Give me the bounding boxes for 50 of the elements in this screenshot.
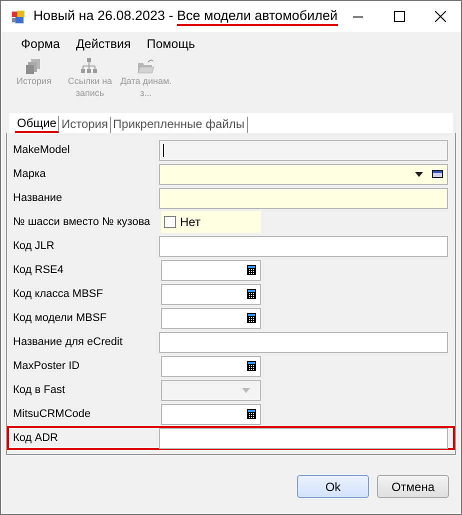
tab[interactable]: Общие (15, 116, 60, 133)
input-field[interactable] (159, 188, 448, 208)
input-field[interactable] (159, 428, 448, 448)
field-label: Код модели MBSF (12, 310, 108, 326)
window-title: Все модели автомобилей (177, 8, 338, 26)
field-label: Название для eCredit (12, 334, 124, 350)
field-label: Код JLR (12, 238, 56, 254)
menu-item[interactable]: Форма (13, 32, 68, 56)
input-field[interactable] (161, 404, 261, 424)
calculator-icon[interactable] (247, 289, 256, 299)
dialog-button[interactable]: Ok (297, 475, 369, 498)
field-label: Код класса MBSF (12, 286, 104, 302)
folder-icon (137, 58, 155, 75)
checkbox[interactable] (164, 216, 176, 228)
input-field[interactable] (161, 356, 261, 376)
calculator-icon[interactable] (247, 313, 256, 323)
input-field[interactable] (161, 284, 261, 304)
checkbox-field[interactable]: Нет (161, 211, 261, 233)
app-icon (11, 8, 26, 24)
input-field[interactable] (161, 308, 261, 328)
field-label: Марка (12, 166, 47, 182)
field-label: MitsuCRMCode (12, 406, 92, 422)
tab[interactable]: Прикрепленные файлы (111, 117, 248, 133)
field-label: Название (12, 190, 64, 206)
close-icon (434, 11, 446, 22)
input-field[interactable] (159, 332, 448, 352)
field-label: № шасси вместо № кузова (12, 214, 152, 230)
window-title: Новый на 26.08.2023 - (33, 8, 174, 24)
text-cursor (163, 144, 164, 156)
calculator-icon[interactable] (247, 265, 256, 275)
menu-item[interactable]: Действия (68, 32, 139, 56)
checkbox-label: Нет (180, 214, 200, 231)
field-label: Код в Fast (12, 382, 66, 398)
input-field[interactable] (159, 236, 448, 256)
dropdown-field[interactable] (159, 164, 448, 184)
menu-item[interactable]: Помощь (138, 32, 204, 56)
lookup-button-icon[interactable] (432, 170, 443, 178)
field-label: MakeModel (12, 142, 71, 158)
hierarchy-icon (81, 58, 99, 75)
field-label: MaxPoster ID (12, 358, 81, 374)
dropdown-arrow-icon[interactable] (415, 172, 423, 176)
field-label: Код RSE4 (12, 262, 64, 278)
calculator-icon[interactable] (247, 361, 256, 371)
documents-icon (25, 58, 43, 75)
maximize-icon (394, 11, 405, 22)
field-label: Код ADR (12, 430, 59, 446)
calculator-icon[interactable] (247, 409, 256, 419)
input-field[interactable] (161, 260, 261, 280)
tab[interactable]: История (59, 117, 112, 133)
dialog-button[interactable]: Отмена (377, 475, 449, 498)
